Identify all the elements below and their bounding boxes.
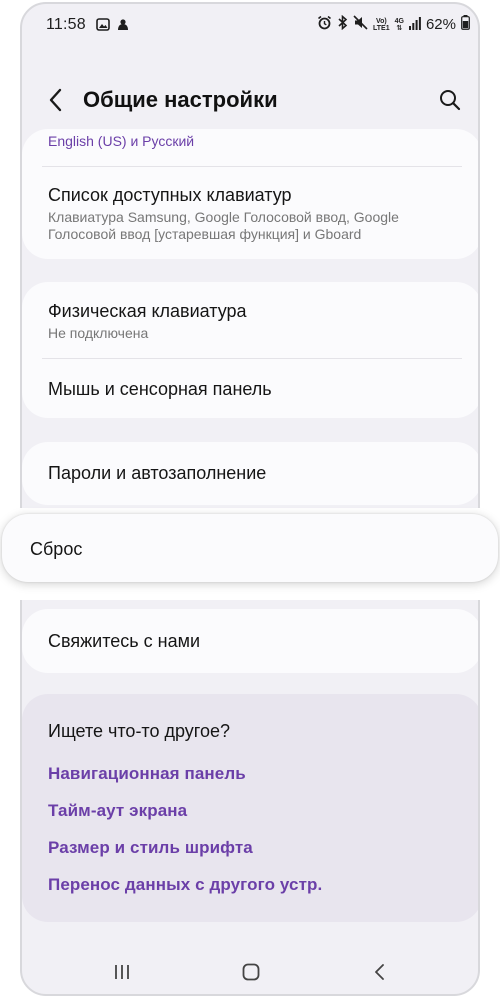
contact-us-row[interactable]: Свяжитесь с нами	[48, 631, 456, 652]
reset-row[interactable]: Сброс	[2, 514, 498, 582]
suggestion-link-font-size-style[interactable]: Размер и стиль шрифта	[48, 838, 253, 858]
status-right-icons: Vo) LTE1 4G ⇅ 62%	[317, 14, 470, 34]
image-icon	[96, 18, 110, 37]
contact-card: Свяжитесь с нами	[22, 609, 478, 673]
status-bar: 11:58 Vo) LTE1 4G ⇅ 62%	[22, 4, 478, 48]
back-arrow-icon[interactable]	[42, 86, 70, 114]
home-icon[interactable]	[236, 958, 266, 986]
suggestion-link-transfer-data[interactable]: Перенос данных с другого устр.	[48, 875, 322, 895]
keyboards-title: Список доступных клавиатур	[48, 185, 292, 205]
suggestion-link-screen-timeout[interactable]: Тайм-аут экрана	[48, 801, 187, 821]
lte-label: LTE1	[373, 24, 390, 32]
reset-title: Сброс	[30, 539, 83, 559]
mouse-touchpad-row[interactable]: Мышь и сенсорная панель	[48, 379, 456, 400]
suggestions-title: Ищете что-то другое?	[48, 721, 231, 741]
passwords-autofill-title: Пароли и автозаполнение	[48, 463, 267, 483]
page-title: Общие настройки	[83, 87, 278, 112]
net-4g-label: 4G	[394, 17, 404, 25]
input-devices-card: Физическая клавиатура Не подключена Мышь…	[22, 282, 478, 418]
volte-label: Vo)	[375, 17, 387, 25]
app-header: Общие настройки	[22, 76, 478, 124]
phone-screen: 11:58 Vo) LTE1 4G ⇅ 62% Общие настройки …	[20, 2, 480, 996]
recents-icon[interactable]	[107, 958, 137, 986]
suggestion-link-navigation-bar[interactable]: Навигационная панель	[48, 764, 246, 784]
divider	[42, 358, 462, 359]
status-time: 11:58	[46, 16, 86, 33]
contact-us-title: Свяжитесь с нами	[48, 631, 201, 651]
battery-icon	[461, 15, 470, 34]
suggestions-card: Ищете что-то другое? Навигационная панел…	[22, 694, 478, 922]
language-subtitle: English (US) и Русский	[48, 133, 195, 149]
language-row[interactable]: English (US) и Русский	[48, 133, 456, 149]
physical-keyboard-title: Физическая клавиатура	[48, 301, 247, 321]
mute-icon	[353, 15, 368, 34]
bluetooth-icon	[337, 14, 348, 34]
keyboards-subtitle: Клавиатура Samsung, Google Голосовой вво…	[48, 209, 399, 242]
battery-percent: 62%	[425, 16, 456, 33]
network-indicator: Vo) LTE1	[373, 18, 390, 32]
divider	[42, 166, 462, 167]
signal-icon	[408, 16, 421, 34]
keyboards-list-row[interactable]: Список доступных клавиатур Клавиатура Sa…	[48, 185, 456, 243]
mouse-touchpad-title: Мышь и сенсорная панель	[48, 379, 272, 399]
fox-icon	[116, 18, 130, 37]
physical-keyboard-subtitle: Не подключена	[48, 325, 149, 341]
search-icon[interactable]	[436, 86, 464, 114]
network-4g: 4G ⇅	[394, 17, 404, 32]
alarm-icon	[317, 15, 332, 34]
navigation-bar	[22, 944, 478, 994]
passwords-card: Пароли и автозаполнение	[22, 442, 478, 505]
physical-keyboard-row[interactable]: Физическая клавиатура Не подключена	[48, 301, 456, 342]
status-left-icons	[96, 18, 130, 37]
language-keyboard-card: English (US) и Русский Список доступных …	[22, 129, 478, 259]
passwords-autofill-row[interactable]: Пароли и автозаполнение	[48, 463, 456, 484]
back-icon[interactable]	[365, 958, 395, 986]
